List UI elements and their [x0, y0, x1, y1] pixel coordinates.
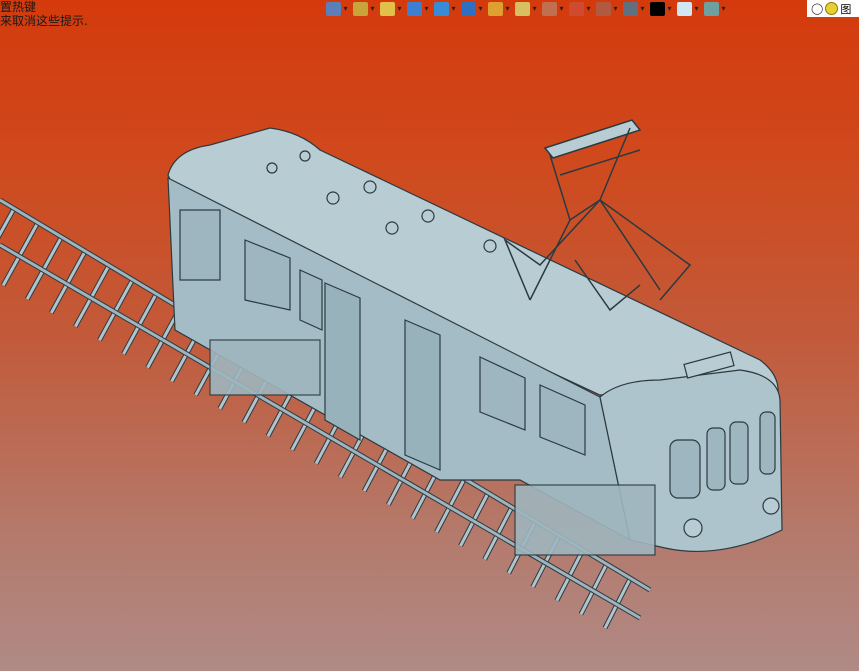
- zoom-tool[interactable]: ▾: [515, 1, 538, 17]
- toolbar-corner: ◯ 图: [807, 0, 859, 17]
- view-orientation-icon: [353, 1, 368, 16]
- chevron-down-icon[interactable]: ▾: [585, 4, 592, 13]
- monitor-icon: [623, 1, 638, 16]
- section-view-icon: [488, 1, 503, 16]
- chevron-down-icon[interactable]: ▾: [477, 4, 484, 13]
- tram-body: [167, 127, 783, 556]
- chevron-down-icon[interactable]: ▾: [720, 4, 727, 13]
- zoom-icon: [515, 1, 530, 16]
- tram-3d-model-viewport[interactable]: [0, 0, 859, 671]
- chevron-down-icon[interactable]: ▾: [666, 4, 673, 13]
- view-settings-icon: [569, 1, 584, 16]
- view-settings-tool[interactable]: ▾: [569, 1, 592, 17]
- viewport-tool[interactable]: ▾: [596, 1, 619, 17]
- yellow-circle-icon[interactable]: [825, 2, 839, 15]
- color-lightblue-icon: [677, 1, 692, 16]
- railway-tie: [0, 208, 16, 238]
- previous-view-icon: [326, 1, 341, 16]
- chevron-down-icon[interactable]: ▾: [450, 4, 457, 13]
- chevron-down-icon[interactable]: ▾: [396, 4, 403, 13]
- lightbulb-icon[interactable]: ◯: [811, 2, 823, 15]
- display-style-icon: [434, 1, 449, 16]
- chevron-down-icon[interactable]: ▾: [558, 4, 565, 13]
- monitor-tool[interactable]: ▾: [623, 1, 646, 17]
- color-lightblue-tool[interactable]: ▾: [677, 1, 700, 17]
- chevron-down-icon[interactable]: ▾: [531, 4, 538, 13]
- appearance-tool[interactable]: ▾: [407, 1, 430, 17]
- view-orientation-tool[interactable]: ▾: [353, 1, 376, 17]
- previous-view-tool[interactable]: ▾: [326, 1, 349, 17]
- display-style-tool[interactable]: ▾: [434, 1, 457, 17]
- chevron-down-icon[interactable]: ▾: [369, 4, 376, 13]
- scene-icon: [704, 1, 719, 16]
- color-black-tool[interactable]: ▾: [650, 1, 673, 17]
- appearance-icon: [407, 1, 422, 16]
- viewport-icon: [596, 1, 611, 16]
- hide-show-icon: [461, 1, 476, 16]
- sketch-pen-tool[interactable]: ▾: [380, 1, 403, 17]
- view-toolbar: ▾ ▾ ▾ ▾ ▾ ▾ ▾ ▾ ▾ ▾ ▾ ▾ ▾ ▾ ▾: [326, 0, 727, 17]
- chevron-down-icon[interactable]: ▾: [504, 4, 511, 13]
- chevron-down-icon[interactable]: ▾: [423, 4, 430, 13]
- chevron-down-icon[interactable]: ▾: [693, 4, 700, 13]
- hide-show-tool[interactable]: ▾: [461, 1, 484, 17]
- chevron-down-icon[interactable]: ▾: [639, 4, 646, 13]
- chevron-down-icon[interactable]: ▾: [612, 4, 619, 13]
- sketch-pen-icon: [380, 1, 395, 16]
- section-view-tool[interactable]: ▾: [488, 1, 511, 17]
- rotate-icon: [542, 1, 557, 16]
- corner-label[interactable]: 图: [840, 1, 851, 17]
- rotate-tool[interactable]: ▾: [542, 1, 565, 17]
- chevron-down-icon[interactable]: ▾: [342, 4, 349, 13]
- scene-tool[interactable]: ▾: [704, 1, 727, 17]
- color-black-icon: [650, 1, 665, 16]
